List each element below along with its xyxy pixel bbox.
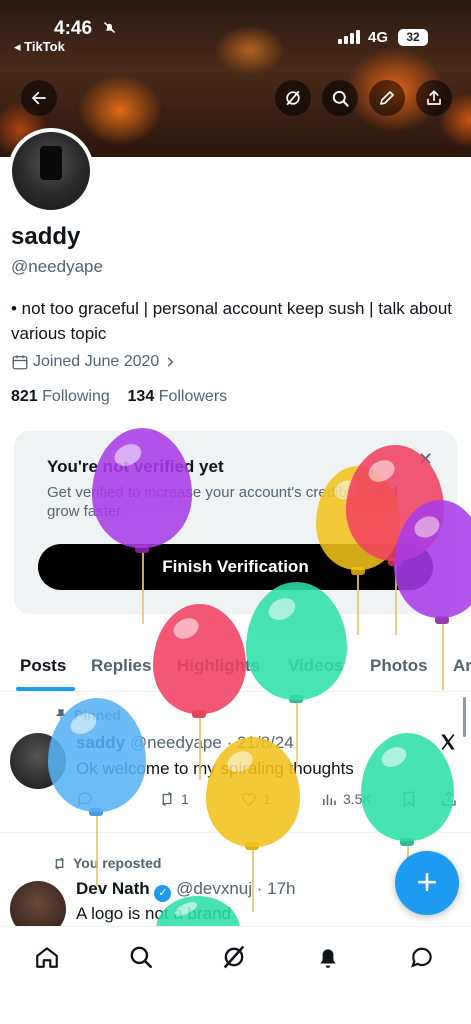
following-label: Following xyxy=(42,388,110,405)
post-actions: 1 1 3.5K xyxy=(76,790,461,812)
back-arrow-icon xyxy=(32,91,46,105)
post-header: Dev Nath ✓ @devxnuj · 17h xyxy=(76,879,296,902)
following-count: 821 xyxy=(11,388,38,405)
status-bar: 4:46 ◂ TikTok 4G 32 xyxy=(0,0,471,60)
post-text: A logo is not a brand xyxy=(76,904,232,923)
like-count: 1 xyxy=(263,791,271,807)
nav-messages[interactable] xyxy=(402,941,442,973)
battery-icon: 32 xyxy=(398,29,428,46)
profile-avatar[interactable] xyxy=(8,128,94,214)
share-icon xyxy=(442,791,456,806)
pinned-indicator: Pinned xyxy=(54,707,121,723)
profile-screen: { "status_bar": {"time": "4:46", "back_a… xyxy=(0,0,471,1024)
edit-profile-button[interactable] xyxy=(369,80,405,116)
home-icon xyxy=(36,947,58,968)
post-handle: @needyape xyxy=(129,733,222,752)
repost-icon xyxy=(161,791,173,807)
close-icon[interactable]: ✕ xyxy=(418,449,433,470)
tab-replies[interactable]: Replies xyxy=(91,656,151,676)
avatar[interactable] xyxy=(10,733,66,789)
x-logo-icon xyxy=(441,733,455,751)
finish-verification-button[interactable]: Finish Verification xyxy=(38,544,433,590)
pinned-label: Pinned xyxy=(74,707,121,723)
followers-link[interactable]: 134 Followers xyxy=(128,388,228,405)
views-icon xyxy=(323,794,336,805)
post-date: · 17h xyxy=(256,879,296,898)
tab-photos[interactable]: Photos xyxy=(370,656,428,676)
verification-card: You're not verified yet Get verified to … xyxy=(14,431,457,614)
views-count: 3.5K xyxy=(343,791,372,807)
pin-icon xyxy=(55,709,67,721)
follow-stats: 821 Following 134 Followers xyxy=(11,388,227,406)
grok-button[interactable] xyxy=(275,80,311,116)
chevron-right-icon xyxy=(168,357,174,367)
tab-posts[interactable]: Posts xyxy=(20,656,66,676)
repost-indicator: You reposted xyxy=(52,855,161,871)
balloon-knot xyxy=(435,616,449,624)
followers-count: 134 xyxy=(127,388,155,405)
search-icon xyxy=(332,90,349,107)
notifications-icon xyxy=(320,949,336,968)
profile-tabs: Posts Replies Highlights Videos Photos A… xyxy=(0,640,471,692)
search-icon xyxy=(130,946,153,969)
post-author[interactable]: Dev Nath xyxy=(76,879,150,898)
nav-home[interactable] xyxy=(27,941,67,973)
share-post-button[interactable] xyxy=(440,790,458,808)
pinned-post[interactable]: Pinned saddy @needyape · 21/8/24 Ok welc… xyxy=(0,693,471,833)
silent-bell-icon xyxy=(102,20,117,38)
bottom-navigation xyxy=(0,926,471,1024)
active-tab-indicator xyxy=(16,687,75,691)
post-author[interactable]: saddy xyxy=(76,733,125,752)
profile-bio: • not too graceful | personal account ke… xyxy=(11,299,453,343)
joined-label: Joined June 2020 xyxy=(33,353,160,370)
views-button[interactable]: 3.5K xyxy=(320,790,372,808)
bookmark-button[interactable] xyxy=(400,790,418,808)
joined-date[interactable]: Joined June 2020 xyxy=(11,353,177,371)
reply-button[interactable] xyxy=(76,790,94,808)
compose-button[interactable]: + xyxy=(395,851,459,915)
like-button[interactable]: 1 xyxy=(240,790,271,808)
edit-icon xyxy=(380,91,394,105)
post-text: Ok welcome to my spiraling thoughts xyxy=(76,759,354,778)
signal-icon xyxy=(338,30,362,44)
profile-name: saddy xyxy=(11,223,81,250)
tab-videos[interactable]: Videos xyxy=(288,656,343,676)
post-header: saddy @needyape · 21/8/24 xyxy=(76,733,294,753)
nav-search[interactable] xyxy=(121,941,161,973)
network-type: 4G xyxy=(368,29,389,46)
verification-description: Get verified to increase your account's … xyxy=(47,484,398,520)
post-handle: @devxnuj xyxy=(176,879,253,898)
grok-icon xyxy=(286,90,300,106)
grok-icon xyxy=(223,945,245,969)
profile-handle: @needyape xyxy=(11,257,103,276)
followers-label: Followers xyxy=(158,388,228,405)
back-button[interactable] xyxy=(21,80,57,116)
repost-label: You reposted xyxy=(73,855,162,871)
verified-icon: ✓ xyxy=(154,885,172,902)
like-icon xyxy=(242,792,256,806)
repost-count: 1 xyxy=(181,791,189,807)
repost-button[interactable]: 1 xyxy=(158,790,189,808)
calendar-icon xyxy=(12,355,28,370)
tab-highlights[interactable]: Highlights xyxy=(177,656,260,676)
reply-icon xyxy=(77,792,92,807)
share-icon xyxy=(427,90,441,105)
bookmark-icon xyxy=(403,791,415,808)
following-link[interactable]: 821 Following xyxy=(11,388,110,405)
repost-icon xyxy=(54,856,65,870)
nav-grok[interactable] xyxy=(214,941,254,973)
back-to-app-link[interactable]: ◂ TikTok xyxy=(14,39,65,55)
nav-notifications[interactable] xyxy=(308,941,348,973)
verification-title: You're not verified yet xyxy=(47,457,224,476)
plus-icon: + xyxy=(416,861,438,902)
search-button[interactable] xyxy=(322,80,358,116)
messages-icon xyxy=(411,947,432,968)
tab-articles[interactable]: Articles xyxy=(453,656,471,676)
share-button[interactable] xyxy=(416,80,452,116)
status-time: 4:46 xyxy=(54,18,93,39)
post-date: · 21/8/24 xyxy=(226,733,294,752)
